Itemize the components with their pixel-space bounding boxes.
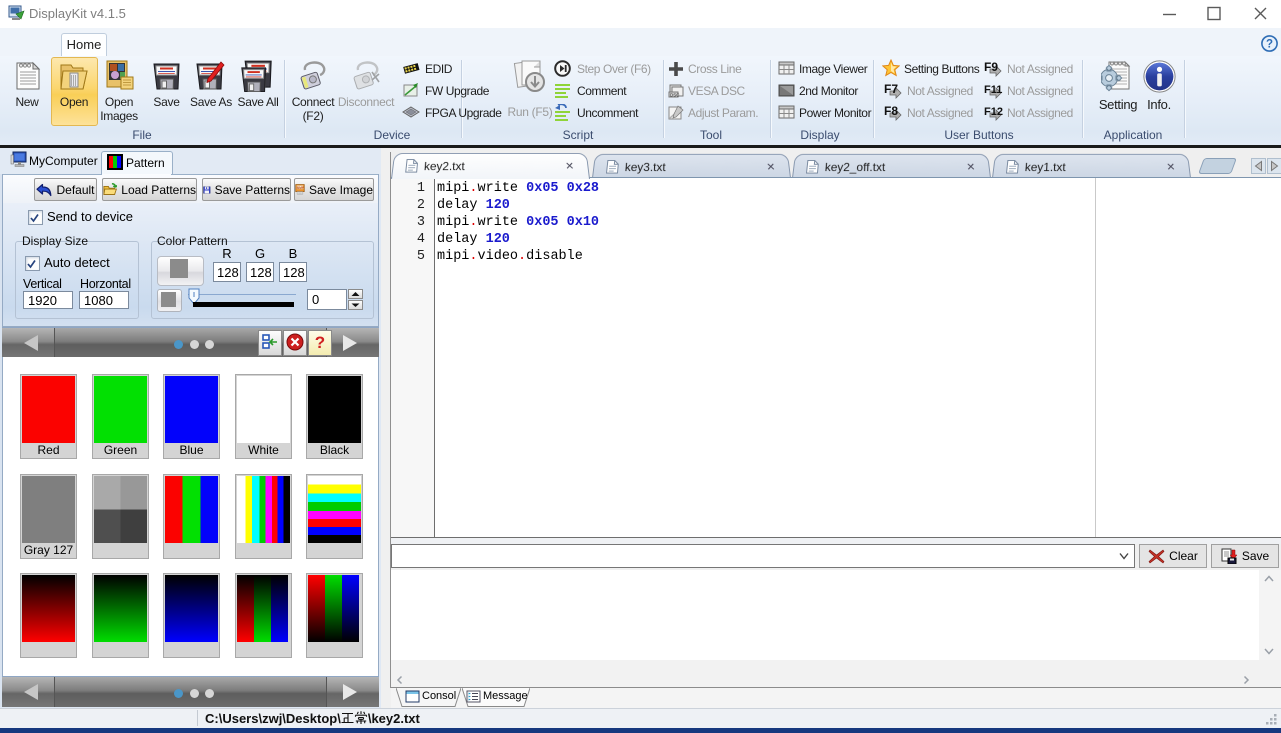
svg-text:F11: F11 [984, 84, 1002, 96]
svg-text:?: ? [1266, 39, 1273, 51]
svg-text:DSC: DSC [670, 93, 680, 98]
svg-text:F12: F12 [984, 106, 1003, 118]
svg-text:F9: F9 [984, 60, 998, 74]
svg-text:F7: F7 [884, 82, 898, 96]
svg-text:F8: F8 [884, 104, 898, 118]
svg-text:BMP: BMP [297, 186, 305, 190]
